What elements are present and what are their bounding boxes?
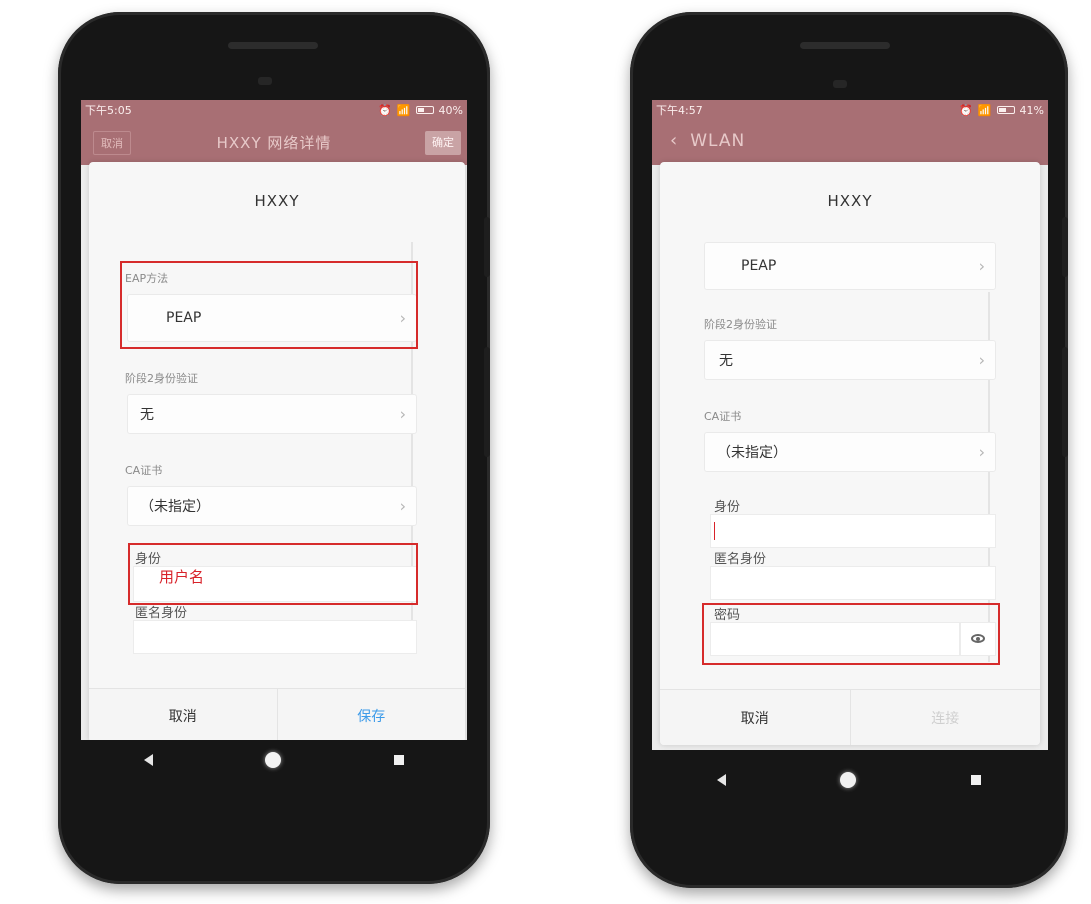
phone-right: 下午4:57 ⏰ 📶 41% ‹ WLAN HXXY PEAP › 阶段2身份验证… <box>630 12 1068 888</box>
phase2-label: 阶段2身份验证 <box>704 318 777 331</box>
status-time: 下午4:57 <box>656 104 703 117</box>
anonymous-identity-input[interactable] <box>133 620 417 654</box>
chevron-right-icon: › <box>978 442 985 462</box>
page-title: HXXY 网络详情 <box>216 134 332 152</box>
earpiece <box>228 42 318 49</box>
side-key <box>484 217 490 277</box>
anonymous-identity-input[interactable] <box>710 566 996 600</box>
nav-home-icon[interactable] <box>840 772 857 788</box>
cancel-button[interactable]: 取消 <box>89 689 277 740</box>
battery-icon <box>996 106 1015 114</box>
ca-cert-value: （未指定） <box>717 445 787 461</box>
header-confirm-button[interactable]: 确定 <box>425 131 461 155</box>
earpiece <box>800 42 890 49</box>
ca-cert-value: （未指定） <box>140 499 210 515</box>
battery-icon <box>415 106 434 114</box>
ca-cert-label: CA证书 <box>125 464 163 477</box>
phase2-value: 无 <box>140 407 154 423</box>
phone-left: 下午5:05 ⏰ 📶 40% 取消 HXXY 网络详情 确定 HXXY EAP方… <box>58 12 490 884</box>
title-bar: 取消 HXXY 网络详情 确定 <box>81 120 467 165</box>
front-camera <box>833 80 847 88</box>
phase2-select[interactable]: 无 › <box>127 394 417 434</box>
wifi-icon: 📶 <box>396 103 411 117</box>
nav-back-icon[interactable] <box>144 754 154 766</box>
text-cursor <box>714 522 715 540</box>
side-key <box>484 347 490 457</box>
nav-recent-icon[interactable] <box>970 775 981 785</box>
title-bar: ‹ WLAN <box>652 120 1048 165</box>
chevron-right-icon: › <box>399 404 406 424</box>
wifi-icon: 📶 <box>977 103 992 117</box>
highlight-identity <box>128 543 418 605</box>
chevron-right-icon: › <box>399 496 406 516</box>
back-button[interactable]: ‹ WLAN <box>670 130 745 151</box>
anonymous-identity-label: 匿名身份 <box>714 552 767 567</box>
status-time: 下午5:05 <box>85 104 132 117</box>
nav-bar <box>660 760 1038 800</box>
battery-percent: 41% <box>1019 103 1044 117</box>
phase2-label: 阶段2身份验证 <box>125 372 198 385</box>
back-label: WLAN <box>690 131 746 151</box>
highlight-password <box>702 603 1000 665</box>
phase2-value: 无 <box>719 353 733 369</box>
status-bar: 下午4:57 ⏰ 📶 41% <box>652 100 1048 120</box>
dialog-footer: 取消 保存 <box>89 688 465 740</box>
dialog-title: HXXY <box>827 192 873 210</box>
highlight-eap-method <box>120 261 418 349</box>
eap-method-value: PEAP <box>741 258 777 274</box>
alarm-icon: ⏰ <box>959 103 973 117</box>
nav-back-icon[interactable] <box>717 774 727 786</box>
alarm-icon: ⏰ <box>378 103 392 117</box>
side-key <box>1062 347 1068 457</box>
nav-home-icon[interactable] <box>265 752 282 768</box>
front-camera <box>258 77 272 85</box>
nav-recent-icon[interactable] <box>393 755 404 765</box>
chevron-right-icon: › <box>978 256 985 276</box>
dialog-footer: 取消 连接 <box>660 689 1040 745</box>
dialog-title: HXXY <box>254 192 300 210</box>
screen-left: 下午5:05 ⏰ 📶 40% 取消 HXXY 网络详情 确定 HXXY EAP方… <box>81 100 467 740</box>
side-key <box>1062 217 1068 277</box>
chevron-right-icon: › <box>978 350 985 370</box>
cancel-button[interactable]: 取消 <box>660 690 850 745</box>
connect-button[interactable]: 连接 <box>851 690 1041 745</box>
ca-cert-select[interactable]: （未指定） › <box>127 486 417 526</box>
status-bar: 下午5:05 ⏰ 📶 40% <box>81 100 467 120</box>
eap-method-select[interactable]: PEAP › <box>704 242 996 290</box>
ca-cert-label: CA证书 <box>704 410 742 423</box>
identity-input[interactable] <box>710 514 996 548</box>
save-button[interactable]: 保存 <box>278 689 466 740</box>
identity-label: 身份 <box>714 500 741 515</box>
back-chevron-icon: ‹ <box>670 130 679 151</box>
ca-cert-select[interactable]: （未指定） › <box>704 432 996 472</box>
battery-percent: 40% <box>438 103 463 117</box>
network-dialog: HXXY EAP方法 PEAP › 阶段2身份验证 无 › CA证书 （未指定）… <box>89 162 465 740</box>
phase2-select[interactable]: 无 › <box>704 340 996 380</box>
nav-bar <box>88 740 460 780</box>
